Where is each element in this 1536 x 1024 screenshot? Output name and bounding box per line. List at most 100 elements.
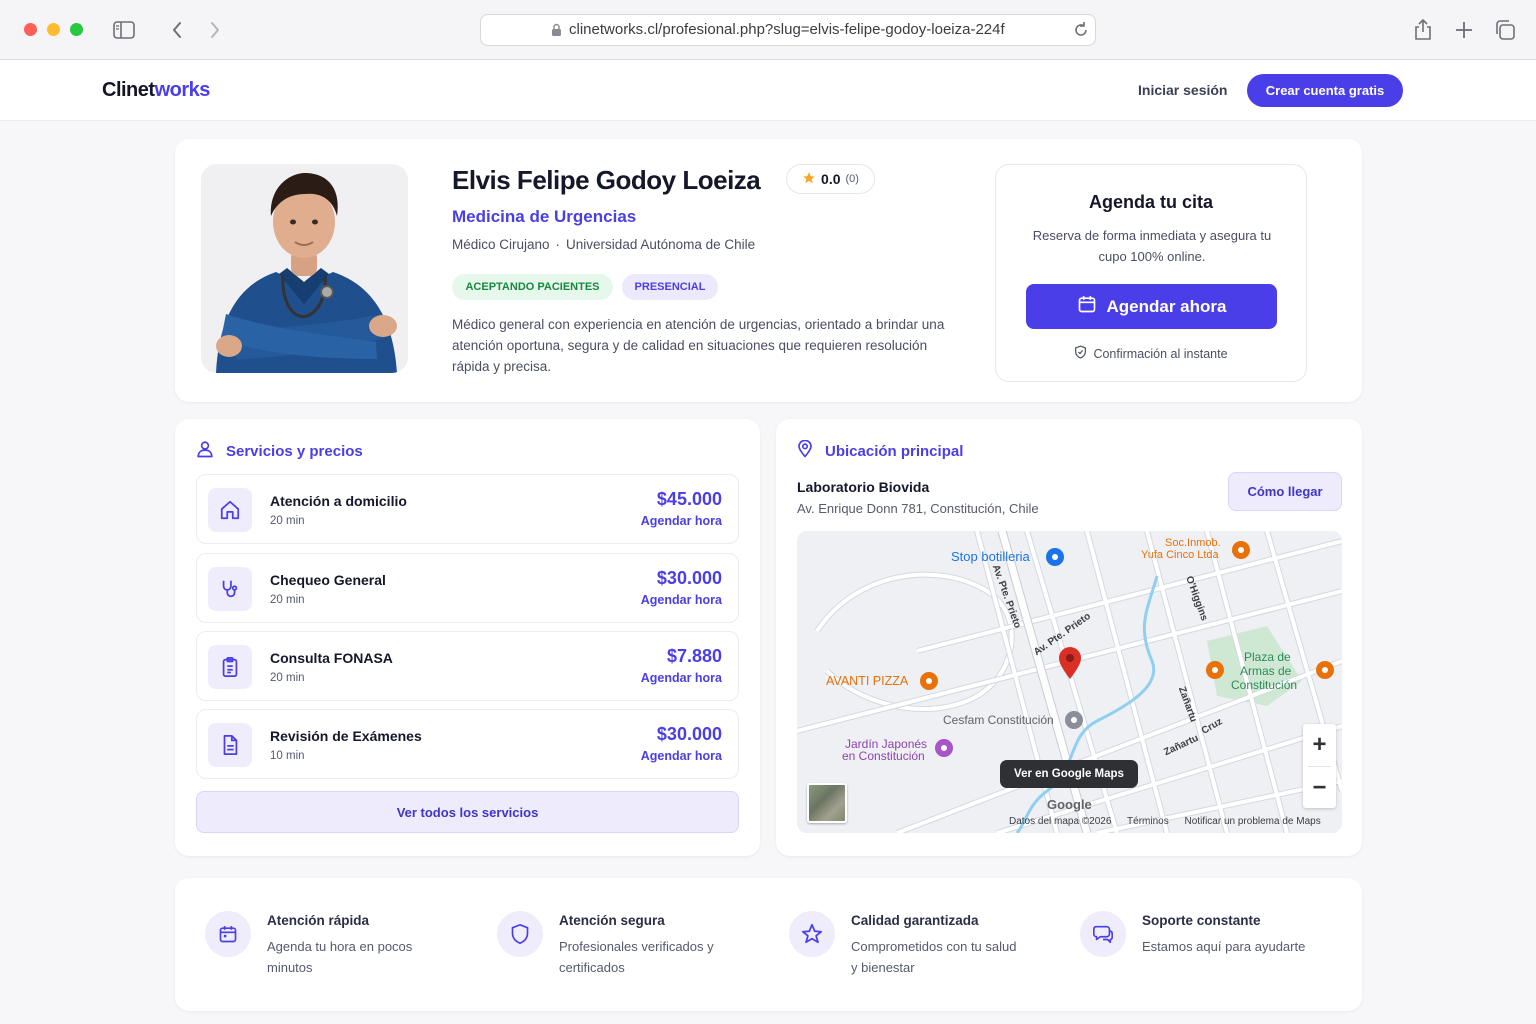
- clipboard-icon: [208, 645, 252, 689]
- shield-icon: [497, 911, 543, 957]
- services-card: Servicios y precios Atención a domicilio…: [175, 419, 760, 856]
- location-header: Ubicación principal: [797, 439, 964, 462]
- location-title: Ubicación principal: [825, 442, 964, 460]
- map-attribution: Datos del mapa ©2026 Términos Notificar …: [1009, 816, 1334, 827]
- lock-icon: [551, 23, 562, 41]
- feature-item: Atención rápida Agenda tu hora en pocos …: [205, 908, 485, 988]
- address-bar[interactable]: clinetworks.cl/profesional.php?slug=elvi…: [480, 14, 1096, 46]
- profile-card: Elvis Felipe Godoy Loeiza 0.0 (0) Medici…: [175, 139, 1362, 402]
- minimize-window-button[interactable]: [47, 23, 60, 36]
- google-logo-text: Google: [1047, 797, 1092, 812]
- forward-icon[interactable]: [203, 18, 227, 42]
- book-service-link[interactable]: Agendar hora: [641, 593, 722, 607]
- profile-photo: [201, 164, 408, 373]
- service-row[interactable]: Consulta FONASA 20 min $7.880 Agendar ho…: [196, 631, 739, 701]
- feature-description: Estamos aquí para ayudarte: [1142, 939, 1306, 954]
- map-label-yufa[interactable]: Yufa Cinco Ltda: [1141, 549, 1219, 561]
- sidebar-toggle-icon[interactable]: [112, 18, 136, 42]
- rating-badge[interactable]: 0.0 (0): [786, 164, 875, 194]
- service-row[interactable]: Chequeo General 20 min $30.000 Agendar h…: [196, 553, 739, 623]
- map-label-stop-botilleria[interactable]: Stop botilleria: [951, 549, 1030, 564]
- credentials: Médico Cirujano · Universidad Autónoma de …: [452, 237, 755, 252]
- calendar-icon: [205, 911, 251, 957]
- map-report-link[interactable]: Notificar un problema de Maps: [1185, 816, 1321, 827]
- calendar-icon: [1077, 294, 1097, 319]
- service-price: $30.000: [656, 724, 722, 744]
- login-link[interactable]: Iniciar sesión: [1138, 82, 1227, 98]
- share-icon[interactable]: [1411, 18, 1435, 42]
- booking-title: Agenda tu cita: [1088, 192, 1213, 212]
- service-duration: 20 min: [270, 515, 305, 527]
- accepting-patients-badge: ACEPTANDO PACIENTES: [452, 274, 613, 300]
- stethoscope-icon: [208, 567, 252, 611]
- back-icon[interactable]: [165, 18, 189, 42]
- close-window-button[interactable]: [24, 23, 37, 36]
- directions-button[interactable]: Cómo llegar: [1228, 472, 1342, 511]
- map-label-avanti-pizza[interactable]: AVANTI PIZZA: [826, 674, 908, 688]
- clinetworks-logo[interactable]: Clinetworks: [102, 79, 210, 102]
- logo-text-part1: Clinet: [102, 79, 155, 101]
- map-label-plaza-1[interactable]: Plaza de: [1244, 650, 1291, 664]
- view-in-google-maps-button[interactable]: Ver en Google Maps: [1000, 760, 1138, 788]
- location-pin-icon: [797, 439, 813, 462]
- map-label-jardin-2[interactable]: en Constitución: [842, 749, 925, 763]
- rating-count: (0): [845, 173, 859, 185]
- confirmation-text: Confirmación al instante: [1093, 346, 1228, 361]
- map-embed[interactable]: Stop botilleria Soc.Inmob. Yufa Cinco Lt…: [797, 531, 1342, 833]
- feature-description: Agenda tu hora en pocos minutos: [267, 939, 413, 975]
- feature-title: Calidad garantizada: [851, 913, 979, 928]
- book-now-label: Agendar ahora: [1106, 296, 1227, 316]
- feature-title: Atención segura: [559, 913, 665, 928]
- map-label-plaza-3[interactable]: Constitución: [1231, 678, 1297, 692]
- satellite-toggle[interactable]: [807, 783, 847, 823]
- reload-icon[interactable]: [1073, 21, 1089, 43]
- feature-item: Soporte constante Estamos aquí para ayud…: [1080, 908, 1360, 988]
- star-icon: [789, 911, 835, 957]
- place-address: Av. Enrique Donn 781, Constitución, Chil…: [797, 501, 1039, 516]
- feature-title: Soporte constante: [1142, 913, 1261, 928]
- zoom-window-button[interactable]: [70, 23, 83, 36]
- new-tab-icon[interactable]: [1452, 18, 1476, 42]
- zoom-out-button[interactable]: −: [1303, 767, 1336, 809]
- map-label-cesfam[interactable]: Cesfam Constitución: [943, 713, 1054, 727]
- star-icon: [802, 171, 816, 188]
- rating-value: 0.0: [821, 171, 841, 187]
- book-service-link[interactable]: Agendar hora: [641, 671, 722, 685]
- map-terms-link[interactable]: Términos: [1127, 816, 1169, 827]
- book-service-link[interactable]: Agendar hora: [641, 749, 722, 763]
- see-all-services-button[interactable]: Ver todos los servicios: [196, 791, 739, 833]
- home-icon: [208, 488, 252, 532]
- tab-overview-icon[interactable]: [1493, 18, 1517, 42]
- service-name: Consulta FONASA: [270, 650, 393, 666]
- signup-button[interactable]: Crear cuenta gratis: [1247, 74, 1403, 107]
- logo-text-part2: works: [154, 79, 211, 101]
- url-text: clinetworks.cl/profesional.php?slug=elvi…: [569, 21, 1005, 38]
- chat-icon: [1080, 911, 1126, 957]
- services-header: Servicios y precios: [196, 440, 363, 462]
- service-row[interactable]: Revisión de Exámenes 10 min $30.000 Agen…: [196, 709, 739, 779]
- user-icon: [196, 440, 214, 462]
- service-duration: 20 min: [270, 594, 305, 606]
- browser-toolbar: clinetworks.cl/profesional.php?slug=elvi…: [0, 0, 1536, 60]
- map-label-plaza-2[interactable]: Armas de: [1240, 664, 1291, 678]
- service-price: $45.000: [656, 489, 722, 509]
- map-label-soc-inmob[interactable]: Soc.Inmob.: [1165, 537, 1221, 549]
- university: Universidad Autónoma de Chile: [566, 237, 756, 252]
- feature-description: Profesionales verificados y certificados: [559, 939, 714, 975]
- features-card: Atención rápida Agenda tu hora en pocos …: [175, 878, 1362, 1011]
- shield-check-icon: [1074, 345, 1087, 362]
- book-now-button[interactable]: Agendar ahora: [1026, 284, 1277, 329]
- zoom-in-button[interactable]: +: [1303, 724, 1336, 766]
- location-card: Ubicación principal Laboratorio Biovida …: [776, 419, 1362, 856]
- book-service-link[interactable]: Agendar hora: [641, 514, 722, 528]
- service-row[interactable]: Atención a domicilio 20 min $45.000 Agen…: [196, 474, 739, 544]
- service-duration: 10 min: [270, 750, 305, 762]
- specialty: Medicina de Urgencias: [452, 207, 637, 226]
- in-person-badge: PRESENCIAL: [622, 274, 718, 300]
- document-icon: [208, 723, 252, 767]
- professional-title: Médico Cirujano: [452, 237, 550, 252]
- professional-name: Elvis Felipe Godoy Loeiza: [452, 165, 761, 195]
- service-price: $30.000: [656, 568, 722, 588]
- site-header: Clinetworks Iniciar sesión Crear cuenta …: [0, 60, 1536, 121]
- bio-text: Médico general con experiencia en atenci…: [452, 317, 945, 374]
